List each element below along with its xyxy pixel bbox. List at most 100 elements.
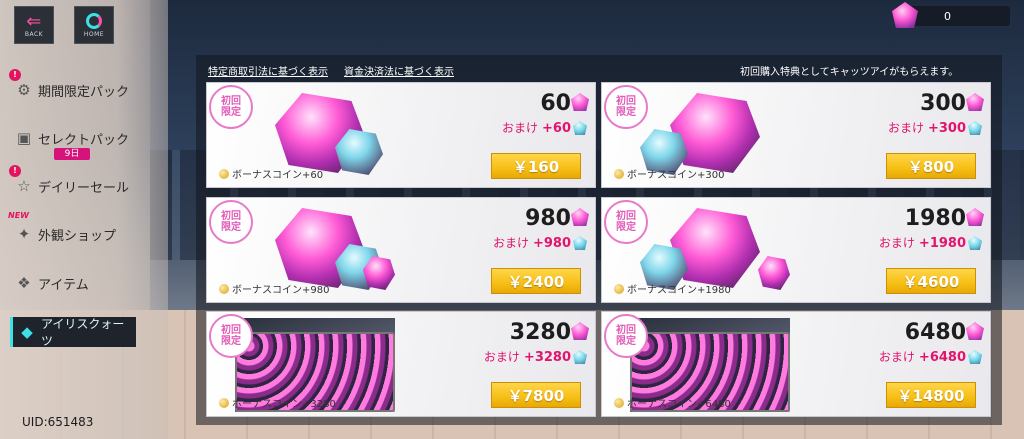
bonus-amount: おまけ +980 [493,234,571,251]
first-purchase-notice: 初回購入特典としてキャッツアイがもらえます。 [740,67,959,78]
chest-icon: ▣ [16,129,32,147]
bonus-value: +1980 [918,236,966,251]
pack-card[interactable]: 初回 限定 3280 おまけ +3280 ボーナスコイン+3280 ￥7800 [206,311,596,417]
hanger-icon: ✦ [17,225,31,243]
buy-button[interactable]: ￥800 [886,153,976,179]
bonus-value: +300 [927,121,966,136]
user-id: UID:651483 [22,415,94,429]
pack-card[interactable]: 初回 限定 6480 おまけ +6480 ボーナスコイン+6480 ￥14800 [601,311,991,417]
sidebar-item-label: アイリスクォーツ [40,317,125,348]
quartz-amount: 3280 [509,320,571,345]
coin-icon [614,283,624,294]
coin-icon [614,168,624,179]
bonus-label: おまけ [502,121,539,135]
pack-card[interactable]: 初回 限定 60 おまけ +60 ボーナスコイン+60 ￥160 [206,82,596,188]
back-label: BACK [24,30,44,38]
quartz-icon [571,322,589,340]
buy-button[interactable]: ￥2400 [491,268,581,294]
sidebar-item-limited-pack[interactable]: ! ⚙ 期間限定パック [9,69,154,105]
home-label: HOME [83,30,105,38]
sidebar-item-iris-quartz[interactable]: ◆ アイリスクォーツ [10,317,136,348]
bonus-label: おまけ [887,121,924,135]
first-time-badge: 初回 限定 [209,85,253,129]
bonus-coin: ボーナスコイン+60 [219,166,323,181]
crystal-image [670,93,760,173]
quartz-amount: 300 [920,91,966,116]
bonus-amount: おまけ +6480 [879,348,966,365]
buy-button[interactable]: ￥4600 [886,268,976,294]
first-time-badge: 初回 限定 [604,85,648,129]
back-arrow-icon: ⇐ [26,10,42,32]
bonus-value: +60 [542,121,571,136]
bonus-label: おまけ [483,350,520,364]
bonus-value: +3280 [523,350,571,365]
coin-icon [219,283,229,294]
first-time-badge: 初回 限定 [209,200,253,244]
crystal-image [670,208,760,288]
sidebar-item-daily-sale[interactable]: ! ☆ デイリーセール [9,165,154,201]
buy-button[interactable]: ￥7800 [491,382,581,408]
item-icon: ❖ [17,274,31,292]
new-badge: NEW [8,211,29,220]
pack-card[interactable]: 初回 限定 1980 おまけ +1980 ボーナスコイン+1980 ￥4600 [601,197,991,303]
bonus-coin-label: ボーナスコイン+300 [627,170,725,181]
coin-icon [219,168,229,179]
pack-icon: ⚙ [17,81,31,99]
cats-eye-icon [968,121,982,135]
bonus-label: おまけ [878,350,915,364]
crystal-icon: ◆ [21,323,33,341]
bonus-coin-label: ボーナスコイン+1980 [627,285,731,296]
legal-link-commerce[interactable]: 特定商取引法に基づく表示 [208,63,328,78]
bonus-coin: ボーナスコイン+980 [219,281,329,296]
bonus-coin-label: ボーナスコイン+6480 [627,399,731,410]
quartz-icon [571,93,589,111]
sidebar-item-label: セレクトパック [38,132,130,148]
cats-eye-icon [573,236,587,250]
sidebar-item-label: 外観ショップ [38,228,117,244]
cats-eye-icon [573,121,587,135]
first-time-badge: 初回 限定 [604,200,648,244]
bonus-amount: おまけ +300 [888,119,966,136]
bonus-value: +6480 [918,350,966,365]
back-button[interactable]: ⇐ BACK [14,6,54,44]
bonus-coin: ボーナスコイン+1980 [614,281,731,296]
home-icon [86,12,102,29]
bonus-label: おまけ [878,236,915,250]
currency-value: 0 [944,9,951,23]
bonus-coin-label: ボーナスコイン+3280 [232,399,336,410]
bonus-coin: ボーナスコイン+300 [614,166,724,181]
bonus-coin-label: ボーナスコイン+980 [232,285,330,296]
sidebar-item-label: デイリーセール [38,180,130,196]
home-button[interactable]: HOME [74,6,114,44]
bonus-amount: おまけ +3280 [484,348,571,365]
star-icon: ☆ [17,177,31,195]
pack-card[interactable]: 初回 限定 980 おまけ +980 ボーナスコイン+980 ￥2400 [206,197,596,303]
crystal-image [758,256,790,290]
sidebar-item-items[interactable]: ❖ アイテム [14,268,154,298]
legal-links: 特定商取引法に基づく表示 資金決済法に基づく表示 [208,63,454,78]
bonus-amount: おまけ +60 [502,119,571,136]
pack-card[interactable]: 初回 限定 300 おまけ +300 ボーナスコイン+300 ￥800 [601,82,991,188]
quartz-icon [571,208,589,226]
days-remaining-badge: 9日 [54,148,90,160]
bonus-value: +980 [532,236,571,251]
bonus-coin: ボーナスコイン+3280 [219,395,336,410]
quartz-icon [966,322,984,340]
buy-button[interactable]: ￥14800 [886,382,976,408]
legal-link-payment[interactable]: 資金決済法に基づく表示 [344,63,454,78]
bonus-amount: おまけ +1980 [879,234,966,251]
quartz-amount: 6480 [904,320,966,345]
sidebar-item-label: 期間限定パック [38,84,130,100]
quartz-amount: 60 [540,91,571,116]
first-time-badge: 初回 限定 [209,314,253,358]
cats-eye-icon [968,236,982,250]
currency-display[interactable]: 0 [892,2,1010,28]
cats-eye-icon [968,350,982,364]
coin-icon [614,397,624,408]
alert-badge: ! [9,69,21,81]
quartz-icon [966,208,984,226]
sidebar-item-appearance-shop[interactable]: NEW ✦ 外観ショップ [8,211,154,249]
bonus-coin: ボーナスコイン+6480 [614,395,731,410]
buy-button[interactable]: ￥160 [491,153,581,179]
coin-icon [219,397,229,408]
